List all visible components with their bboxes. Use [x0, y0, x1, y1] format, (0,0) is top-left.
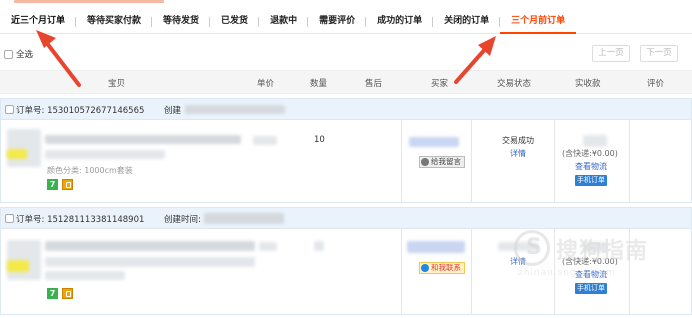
leave-message-label: 给我留言: [431, 157, 461, 166]
tab-label: 等待买家付款: [87, 15, 142, 26]
consumer-guarantee-icon: [62, 179, 73, 190]
col-item: 宝贝: [108, 79, 126, 89]
divider: [629, 120, 630, 202]
select-all[interactable]: 全选: [4, 48, 33, 60]
contact-me-label: 和我联系: [431, 263, 461, 272]
column-header: 宝贝 单价 数量 售后 买家 交易状态 实收款 评价: [0, 70, 692, 94]
tab-refunding[interactable]: 退款中: [259, 10, 309, 34]
product-thumbnail-mark: [7, 260, 29, 272]
leave-message-button[interactable]: 给我留言: [419, 156, 465, 168]
divider: [401, 120, 402, 202]
tab-label: 等待发货: [163, 15, 200, 26]
prev-page-button[interactable]: 上一页: [592, 45, 630, 62]
blurred-created-time: [204, 213, 284, 224]
tab-label: 近三个月订单: [11, 15, 66, 26]
tab-closed[interactable]: 关闭的订单: [433, 10, 501, 34]
wangwang-icon: [421, 264, 429, 272]
order-status: 交易成功: [502, 136, 534, 145]
order-number: 订单号: 153010572677146565: [16, 106, 145, 116]
blurred-quantity: [314, 241, 324, 251]
order-checkbox[interactable]: [5, 105, 14, 114]
select-all-checkbox[interactable]: [4, 49, 13, 59]
col-price: 单价: [257, 79, 275, 89]
col-paid: 实收款: [575, 79, 601, 89]
tab-need-review[interactable]: 需要评价: [308, 10, 367, 34]
toolbar: 全选 上一页 下一页: [0, 44, 692, 64]
mobile-order-tag: 手机订单: [575, 283, 607, 294]
product-thumbnail[interactable]: [7, 129, 41, 167]
blurred-product-title[interactable]: [45, 257, 255, 267]
col-buyer: 买家: [431, 79, 449, 89]
tab-awaiting-payment[interactable]: 等待买家付款: [76, 10, 153, 34]
top-strip-mark: [14, 0, 164, 3]
tab-label: 退款中: [270, 15, 298, 26]
blurred-price: [259, 242, 277, 251]
tab-label: 关闭的订单: [444, 15, 490, 26]
divider: [554, 120, 555, 202]
top-strip: [0, 0, 692, 8]
divider: [471, 120, 472, 202]
tab-label: 需要评价: [319, 15, 356, 26]
col-qty: 数量: [310, 79, 328, 89]
seven-day-return-icon: 7: [47, 179, 58, 190]
blurred-product-title[interactable]: [45, 150, 165, 159]
watermark: 搜狗指南 zhinan.sogou.com: [514, 230, 684, 280]
order-created: 创建时间:: [164, 215, 201, 225]
tab-recent-three-months[interactable]: 近三个月订单: [0, 10, 77, 34]
col-after-sale: 售后: [365, 79, 383, 89]
message-icon: [421, 158, 429, 166]
contact-me-button[interactable]: 和我联系: [419, 262, 465, 274]
col-review: 评价: [647, 79, 665, 89]
order-tabs: 近三个月订单 等待买家付款 等待发货 已发货 退款中 需要评价 成功的订单 关闭…: [0, 10, 692, 34]
tab-older-than-three-months[interactable]: 三个月前订单: [500, 10, 577, 34]
order-header: 订单号: 151281113381148901 创建时间:: [1, 208, 691, 229]
product-spec: 颜色分类: 1000cm套装: [47, 166, 133, 175]
watermark-text: 搜狗指南: [556, 239, 649, 264]
blurred-product-title[interactable]: [45, 271, 125, 280]
blurred-buyer-name[interactable]: [407, 241, 465, 253]
blurred-paid-amount: [583, 135, 607, 147]
blurred-product-title[interactable]: [45, 135, 241, 144]
next-page-button[interactable]: 下一页: [640, 45, 678, 62]
tab-label: 成功的订单: [377, 15, 423, 26]
order-created: 创建: [164, 106, 182, 116]
col-status: 交易状态: [497, 79, 532, 89]
consumer-guarantee-icon: [62, 288, 73, 299]
product-thumbnail-mark: [7, 149, 27, 159]
watermark-logo-icon: [514, 230, 550, 266]
order-detail-link[interactable]: 详情: [488, 148, 548, 159]
view-logistics-link[interactable]: 查看物流: [561, 161, 621, 172]
divider: [471, 229, 472, 315]
tab-awaiting-shipment[interactable]: 等待发货: [152, 10, 211, 34]
blurred-product-title[interactable]: [45, 241, 255, 251]
shipping-fee-note: (含快递:¥0.00): [562, 149, 618, 158]
tab-successful[interactable]: 成功的订单: [366, 10, 434, 34]
tab-label: 三个月前订单: [511, 15, 566, 26]
blurred-created-time: [185, 105, 285, 114]
order-number: 订单号: 151281113381148901: [16, 215, 145, 225]
blurred-price: [253, 136, 277, 145]
seven-day-return-icon: 7: [47, 288, 58, 299]
tab-label: 已发货: [221, 15, 249, 26]
order-checkbox[interactable]: [5, 214, 14, 223]
blurred-buyer-name[interactable]: [409, 137, 459, 147]
mobile-order-tag: 手机订单: [575, 175, 607, 186]
watermark-subtext: zhinan.sogou.com: [518, 268, 616, 278]
quantity: 10: [314, 135, 325, 145]
tab-shipped[interactable]: 已发货: [210, 10, 260, 34]
divider: [401, 229, 402, 315]
select-all-label: 全选: [16, 50, 34, 60]
order-header: 订单号: 153010572677146565 创建: [1, 99, 691, 120]
order-card: 订单号: 153010572677146565 创建 颜色分类: 1000cm套…: [0, 98, 692, 203]
